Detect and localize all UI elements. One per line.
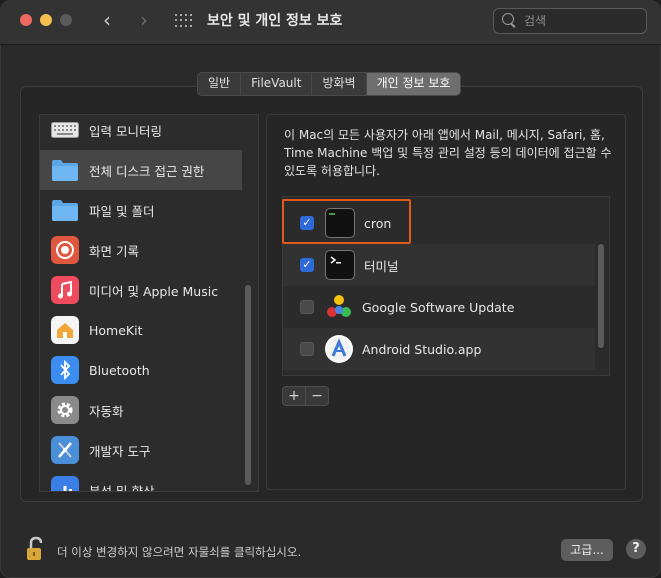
folder-icon [51,156,79,184]
remove-app-button[interactable]: − [306,387,328,405]
sidebar-item-files-and-folders[interactable]: 파일 및 폴더 [40,190,242,230]
minimize-window-button[interactable] [40,14,52,26]
sidebar-item-analytics[interactable]: 분석 및 향상 [40,470,242,492]
sidebar-item-label: 화면 기록 [89,243,139,259]
tab-bar: 일반 FileVault 방화벽 개인 정보 보호 [197,72,462,96]
app-list-scrollbar[interactable] [598,244,604,348]
zoom-window-button[interactable] [60,14,72,26]
list-item-google-software-update[interactable]: Google Software Update [283,286,595,328]
add-app-button[interactable]: + [283,387,306,405]
advanced-button[interactable]: 고급... [561,539,613,561]
lock-status-text: 더 이상 변경하지 않으려면 자물쇠를 클릭하십시오. [57,545,302,559]
description-text: 이 Mac의 모든 사용자가 아래 앱에서 Mail, 메시지, Safari,… [284,128,612,178]
sidebar-item-label: 자동화 [89,403,124,419]
app-list: ✓ cron ✓ 터미널 Google Software Update Andr… [282,196,610,376]
sidebar-item-automation[interactable]: 자동화 [40,390,242,430]
sidebar-item-label: HomeKit [89,322,143,338]
gear-icon [51,396,79,424]
tab-general[interactable]: 일반 [198,73,242,95]
terminal-icon [325,208,355,238]
sidebar-item-label: 미디어 및 Apple Music [89,283,219,299]
app-checkbox[interactable] [300,342,314,356]
bluetooth-icon [51,356,79,384]
search-field[interactable] [493,8,647,34]
sidebar-item-label: 전체 디스크 접근 권한 [89,163,205,179]
preferences-window: ‹ › 보안 및 개인 정보 보호 일반 FileVault 방화벽 개인 정보… [0,0,661,578]
app-checkbox[interactable]: ✓ [300,258,314,272]
sidebar-item-full-disk-access[interactable]: 전체 디스크 접근 권한 [40,150,242,190]
music-icon [51,276,79,304]
search-input[interactable] [522,11,641,31]
sidebar-item-homekit[interactable]: HomeKit [40,310,242,350]
list-item-android-studio[interactable]: Android Studio.app [283,328,595,370]
google-update-icon [325,293,353,321]
tab-firewall[interactable]: 방화벽 [312,73,367,95]
title-bar: ‹ › 보안 및 개인 정보 보호 [0,0,661,45]
sidebar-item-label: 입력 모니터링 [89,123,162,139]
forward-arrow-icon[interactable]: › [134,9,154,31]
search-icon [502,13,514,25]
sidebar-item-label: 개발자 도구 [89,443,151,459]
home-icon [51,316,79,344]
sidebar-item-label: 분석 및 향상 [89,483,155,492]
sidebar-item-input-monitoring[interactable]: 입력 모니터링 [40,115,242,150]
help-button[interactable]: ? [626,539,646,559]
terminal-icon [325,250,355,280]
folder-icon [51,196,79,224]
lock-icon[interactable] [25,536,47,562]
sidebar-item-screen-recording[interactable]: 화면 기록 [40,230,242,270]
privacy-category-list: 입력 모니터링 전체 디스크 접근 권한 파일 및 폴더 화면 기록 미디어 및… [39,114,259,492]
app-name: cron [364,215,392,231]
android-studio-icon [325,335,353,363]
list-item-terminal[interactable]: ✓ 터미널 [283,244,595,286]
sidebar-item-label: Bluetooth [89,362,150,378]
sidebar-item-label: 파일 및 폴더 [89,203,155,219]
chart-icon [51,476,79,491]
sidebar-item-media-apple-music[interactable]: 미디어 및 Apple Music [40,270,242,310]
app-checkbox[interactable] [300,300,314,314]
sidebar-item-bluetooth[interactable]: Bluetooth [40,350,242,390]
close-window-button[interactable] [20,14,32,26]
tab-privacy[interactable]: 개인 정보 보호 [366,73,461,95]
app-checkbox[interactable]: ✓ [300,216,314,230]
show-all-grid-icon[interactable] [175,14,192,28]
window-title: 보안 및 개인 정보 보호 [207,13,343,29]
add-remove-controls: + − [282,386,329,406]
sidebar-scrollbar[interactable] [245,285,251,485]
back-arrow-icon[interactable]: ‹ [97,9,117,31]
app-name: Google Software Update [362,299,515,315]
app-name: Android Studio.app [362,341,482,357]
app-name: 터미널 [364,258,399,274]
keyboard-icon [51,116,79,144]
sidebar-item-developer-tools[interactable]: 개발자 도구 [40,430,242,470]
tab-filevault[interactable]: FileVault [241,73,313,95]
developer-tools-icon [51,436,79,464]
record-icon [51,236,79,264]
list-item-cron[interactable]: ✓ cron [283,202,595,244]
